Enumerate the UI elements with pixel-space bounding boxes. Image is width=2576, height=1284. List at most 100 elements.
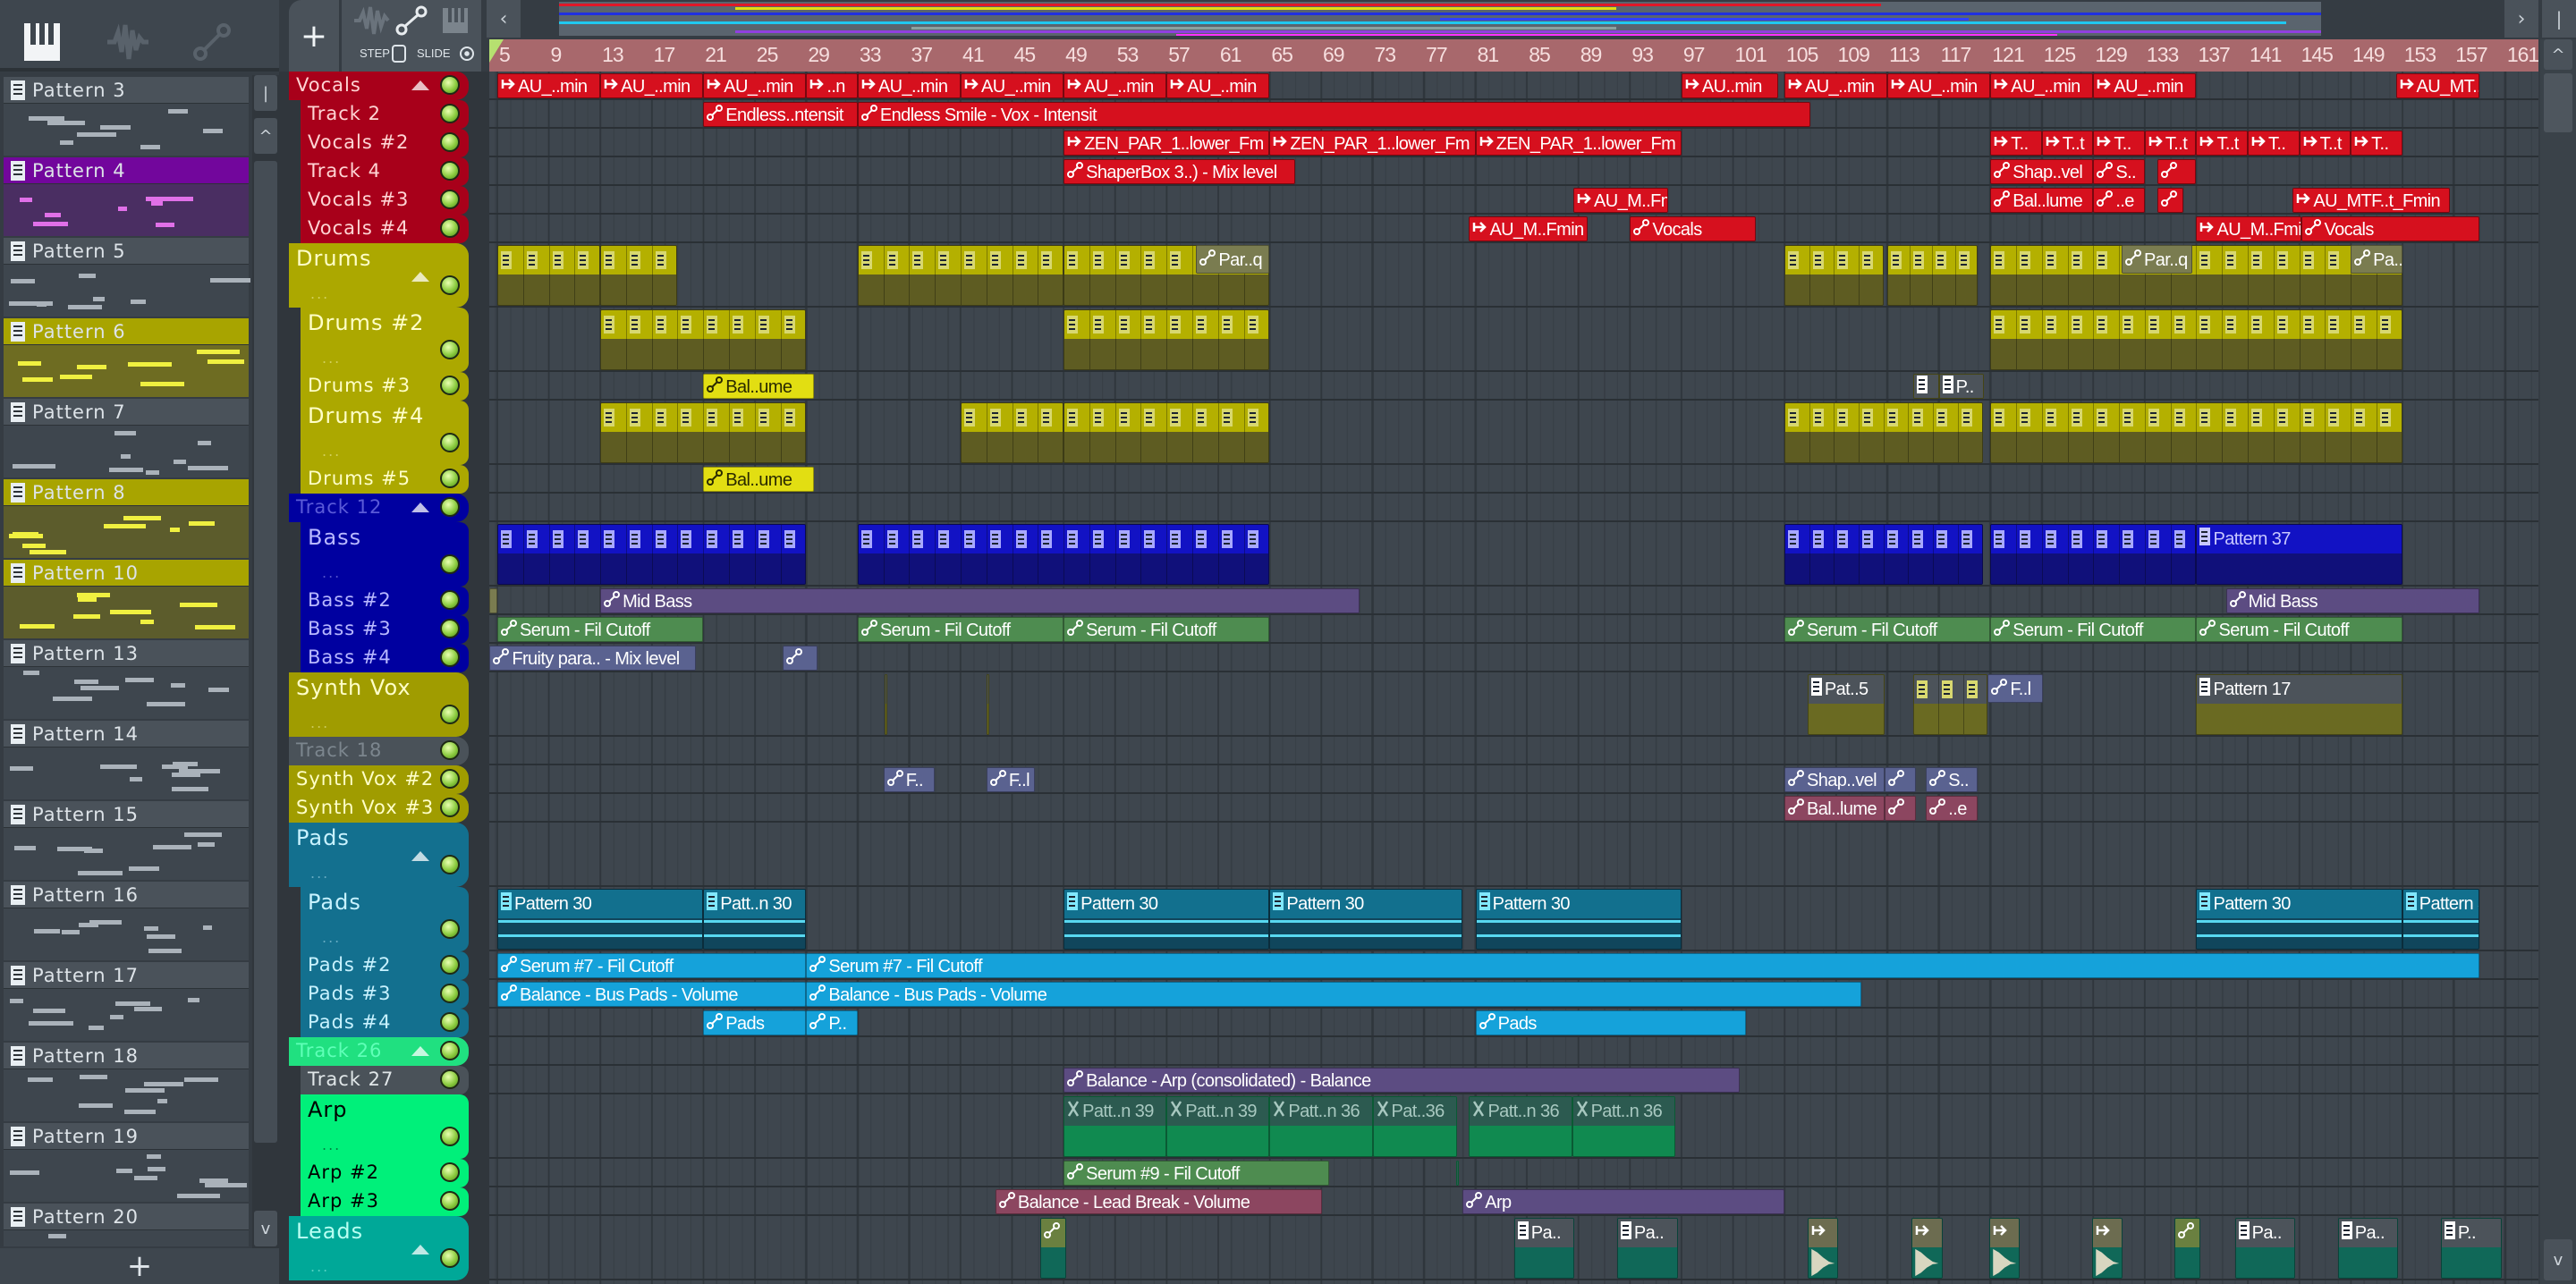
- piano-roll-icon[interactable]: [20, 20, 64, 64]
- automation-clip[interactable]: Fruity para.. - Mix level: [489, 646, 696, 671]
- bar-number[interactable]: 161: [2507, 43, 2538, 67]
- automation-clip[interactable]: Arp: [1462, 1189, 1784, 1214]
- audio-clip[interactable]: AU_MTF..t_Fmin: [2292, 188, 2450, 213]
- track-header[interactable]: Pads #3: [301, 980, 469, 1009]
- pattern-clip[interactable]: [1784, 245, 1884, 306]
- track-enable-led[interactable]: [440, 497, 460, 517]
- bar-number[interactable]: 129: [2095, 43, 2127, 67]
- pattern-clip[interactable]: [857, 524, 1270, 585]
- scroll-thumb[interactable]: [254, 161, 277, 1143]
- track-enable-led[interactable]: [440, 132, 460, 152]
- audio-clip[interactable]: AU_..min: [2093, 73, 2197, 98]
- track-header[interactable]: Arp #2: [301, 1159, 469, 1187]
- audio-clip[interactable]: T..: [2248, 131, 2300, 156]
- bar-number[interactable]: 9: [551, 43, 563, 67]
- bar-number[interactable]: 109: [1838, 43, 1870, 67]
- bar-number[interactable]: 29: [808, 43, 830, 67]
- track-lane[interactable]: [489, 737, 2538, 765]
- automation-clip[interactable]: [1885, 767, 1916, 792]
- pattern-clip[interactable]: [497, 524, 807, 585]
- audio-clip[interactable]: ZEN_PAR_1..lower_Fm: [1269, 131, 1476, 156]
- audio-clip[interactable]: T..t: [2196, 131, 2249, 156]
- pattern-clip[interactable]: Pattern 30: [497, 889, 704, 950]
- automation-clip[interactable]: Endless Smile - Vox - Intensit: [857, 102, 1810, 127]
- track-lane[interactable]: [489, 765, 2538, 794]
- automation-clip[interactable]: Serum - Fil Cutoff: [1990, 617, 2197, 642]
- automation-clip[interactable]: Mid Bass: [2225, 588, 2480, 613]
- pattern-clip[interactable]: Pattern 37: [2196, 524, 2402, 585]
- pattern-clip[interactable]: [1784, 524, 1983, 585]
- automation-clip[interactable]: Serum - Fil Cutoff: [857, 617, 1064, 642]
- pattern-item[interactable]: Pattern 10: [4, 560, 249, 638]
- pattern-header[interactable]: Pattern 8: [4, 479, 249, 506]
- automation-clip[interactable]: Bal..ume: [703, 374, 814, 399]
- pattern-item[interactable]: Pattern 20: [4, 1204, 249, 1246]
- collapse-arrow-icon[interactable]: [411, 1245, 429, 1254]
- pattern-clip[interactable]: [1990, 309, 2402, 370]
- automation-clip[interactable]: [1885, 796, 1916, 821]
- track-header[interactable]: Pads #4: [301, 1009, 469, 1037]
- track-header[interactable]: Vocals #3: [301, 186, 469, 215]
- pattern-clip[interactable]: [600, 402, 807, 463]
- track-header[interactable]: Drums #3: [301, 372, 469, 401]
- automation-clip[interactable]: Shap..vel: [1784, 767, 1885, 792]
- track-lane[interactable]: [489, 494, 2538, 522]
- automation-clip[interactable]: [2157, 188, 2184, 213]
- scroll-left-button[interactable]: ‹: [487, 0, 521, 38]
- track-enable-led[interactable]: [440, 554, 460, 574]
- collapse-arrow-icon[interactable]: [411, 1046, 429, 1056]
- track-enable-led[interactable]: [440, 984, 460, 1003]
- automation-clip[interactable]: Vocals: [2301, 216, 2480, 241]
- pattern-clip[interactable]: [857, 245, 1064, 306]
- automation-clip[interactable]: Serum #9 - Fil Cutoff: [1063, 1161, 1329, 1186]
- track-lane[interactable]: [489, 794, 2538, 823]
- track-lane[interactable]: [489, 823, 2538, 887]
- pattern-clip[interactable]: Patt..n 30: [703, 889, 807, 950]
- bar-number[interactable]: 117: [1941, 43, 1972, 67]
- track-lane[interactable]: [489, 1037, 2538, 1066]
- automation-clip[interactable]: Mid Bass: [600, 588, 1360, 613]
- pattern-clip[interactable]: [1912, 674, 1988, 735]
- automation-icon[interactable]: [190, 20, 234, 64]
- bar-number[interactable]: 41: [962, 43, 985, 67]
- collapse-arrow-icon[interactable]: [411, 80, 429, 90]
- automation-clip[interactable]: Pa..q: [2351, 245, 2402, 274]
- audio-clip[interactable]: AU_..min: [961, 73, 1064, 98]
- audio-clip[interactable]: AU_M..Fmi: [2196, 216, 2302, 241]
- pattern-header[interactable]: Pattern 10: [4, 560, 249, 587]
- playhead-marker[interactable]: [489, 39, 504, 63]
- pattern-clip[interactable]: Pattern 17: [2196, 674, 2402, 735]
- audio-clip[interactable]: [2091, 1218, 2123, 1279]
- track-enable-led[interactable]: [440, 1012, 460, 1032]
- bar-number[interactable]: 137: [2198, 43, 2230, 67]
- pattern-item[interactable]: Pattern 18: [4, 1043, 249, 1121]
- pattern-clip[interactable]: [1063, 309, 1270, 370]
- pattern-clip[interactable]: Pa..: [1513, 1218, 1575, 1279]
- automation-clip[interactable]: F..l: [986, 767, 1036, 792]
- pattern-clip[interactable]: P..: [2440, 1218, 2502, 1279]
- pattern-clip[interactable]: P..: [1938, 374, 1985, 399]
- pattern-item[interactable]: Pattern 4: [4, 157, 249, 236]
- track-enable-led[interactable]: [440, 161, 460, 181]
- automation-clip[interactable]: Serum #7 - Fil Cutoff: [497, 953, 807, 978]
- track-header[interactable]: Pads...: [289, 823, 469, 887]
- pattern-item[interactable]: Pattern 3: [4, 77, 249, 156]
- pattern-clip[interactable]: Pa..: [1616, 1218, 1678, 1279]
- automation-clip[interactable]: Shap..vel: [1990, 159, 2094, 184]
- pattern-clip[interactable]: Patt..n 36: [1572, 1096, 1675, 1157]
- pattern-list-scrollbar[interactable]: | ^ v: [252, 75, 279, 1248]
- track-header[interactable]: Bass #3: [301, 615, 469, 644]
- track-header[interactable]: Bass #2: [301, 587, 469, 615]
- track-enable-led[interactable]: [440, 1191, 460, 1211]
- pattern-header[interactable]: Pattern 5: [4, 238, 249, 265]
- automation-clip[interactable]: [489, 588, 497, 613]
- track-header[interactable]: Bass...: [301, 522, 469, 587]
- track-enable-led[interactable]: [440, 275, 460, 295]
- bar-number[interactable]: 57: [1168, 43, 1191, 67]
- pattern-header[interactable]: Pattern 16: [4, 882, 249, 908]
- bar-number[interactable]: 73: [1375, 43, 1397, 67]
- pattern-clip[interactable]: Pattern 30: [1063, 889, 1270, 950]
- bar-number[interactable]: 101: [1734, 43, 1767, 67]
- audio-clip[interactable]: AU_..min: [497, 73, 601, 98]
- pattern-item[interactable]: Pattern 16: [4, 882, 249, 960]
